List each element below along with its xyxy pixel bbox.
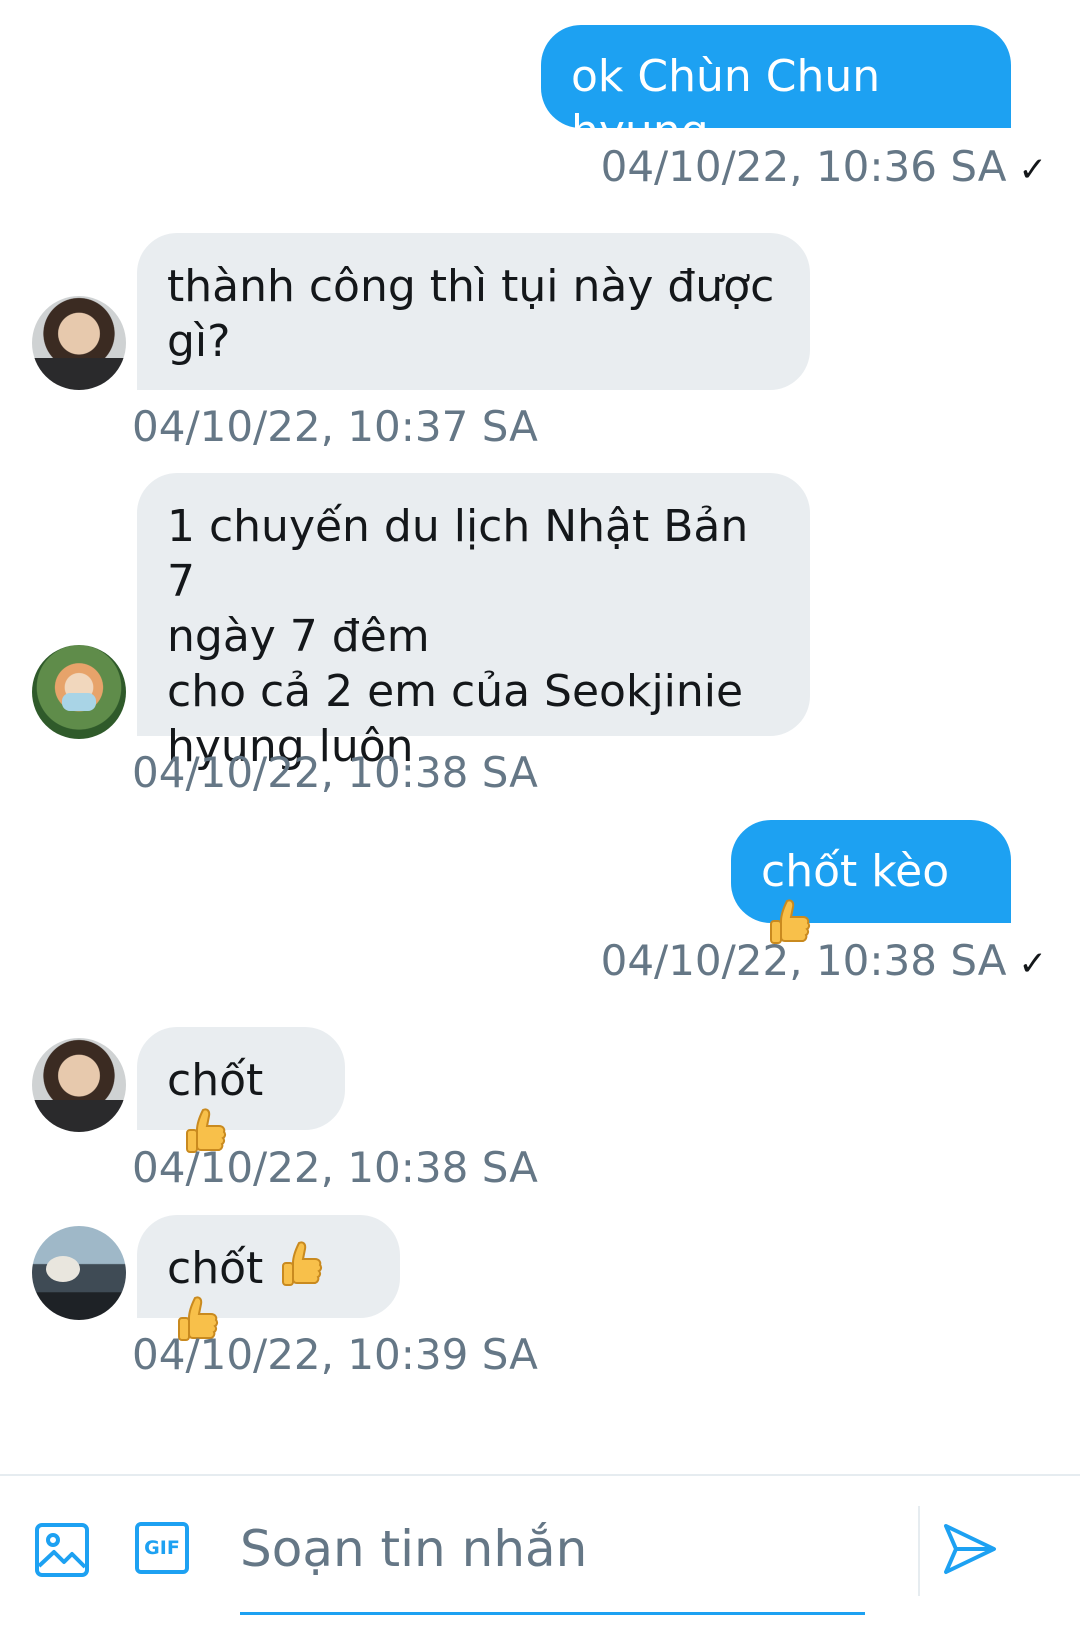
timestamp-text: 04/10/22, 10:38 SA [600,936,1007,985]
image-icon[interactable] [34,1522,90,1578]
message-text: chốt [167,1243,264,1294]
gif-label: GIF [144,1537,180,1559]
thumbs-up-emoji [279,1241,323,1291]
avatar[interactable] [32,296,126,390]
message-bubble-incoming[interactable]: chốt [137,1027,345,1130]
message-text: chốt kèo [761,846,950,897]
message-composer: GIF [0,1474,1080,1628]
message-text: chốt [167,1055,264,1106]
read-check-icon: ✓ [1018,150,1048,190]
timestamp-text: 04/10/22, 10:36 SA [600,142,1007,191]
send-icon[interactable] [942,1522,998,1576]
message-bubble-incoming[interactable]: 1 chuyến du lịch Nhật Bản 7 ngày 7 đêm c… [137,473,810,772]
input-underline [240,1612,865,1615]
gif-icon[interactable]: GIF [135,1522,189,1574]
avatar[interactable] [32,1038,126,1132]
message-input[interactable] [240,1514,865,1584]
message-timestamp: 04/10/22, 10:38 SA [132,748,538,797]
message-line: ngày 7 đêm [167,611,430,662]
message-bubble-incoming[interactable]: chốt [137,1215,400,1318]
message-timestamp: 04/10/22, 10:38 SA ✓ [601,936,1047,989]
message-line: 1 chuyến du lịch Nhật Bản 7 [167,501,749,607]
message-bubble-outgoing[interactable]: ok Chùn Chun hyung [541,25,1011,157]
composer-divider [918,1506,920,1596]
message-timestamp: 04/10/22, 10:37 SA [132,402,538,451]
avatar[interactable] [32,1226,126,1320]
message-line: gì? [167,316,231,367]
message-timestamp: 04/10/22, 10:38 SA [132,1143,538,1192]
read-check-icon: ✓ [1018,944,1048,984]
message-bubble-incoming[interactable]: thành công thì tụi này được gì? [137,233,810,390]
message-bubble-outgoing[interactable]: chốt kèo [731,820,1011,923]
message-line: thành công thì tụi này được [167,261,775,312]
message-timestamp: 04/10/22, 10:36 SA ✓ [601,142,1047,195]
avatar[interactable] [32,645,126,739]
message-timestamp: 04/10/22, 10:39 SA [132,1330,538,1379]
message-line: cho cả 2 em của Seokjinie [167,666,744,717]
